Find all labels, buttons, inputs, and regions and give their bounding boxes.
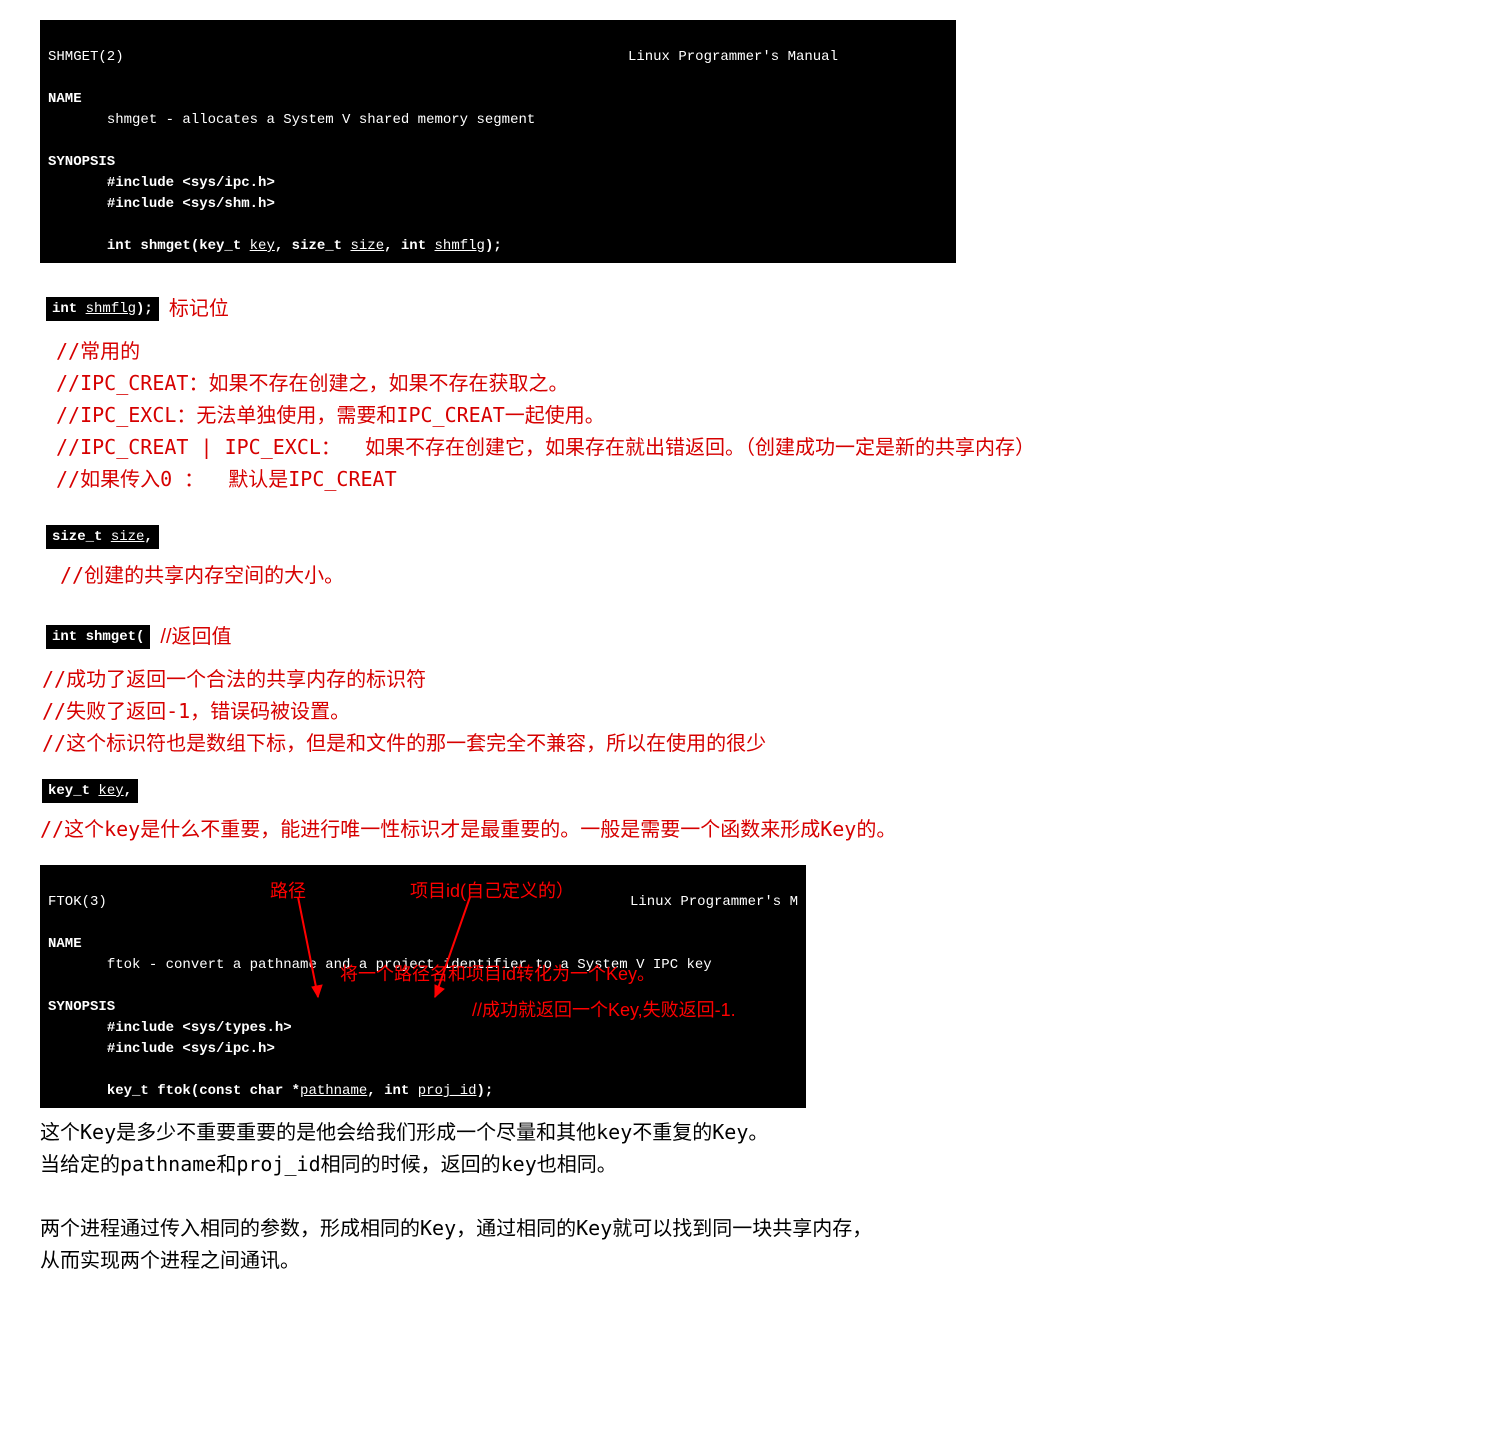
snippet-shmflg: int shmflg);: [46, 297, 159, 321]
ftok-wrapper: FTOK(3) Linux Programmer's M NAME ftok - …: [40, 865, 800, 1108]
man2-syn-hdr: SYNOPSIS: [48, 999, 115, 1015]
man1-name-line: shmget - allocates a System V shared mem…: [107, 112, 535, 128]
man2-inc2: #include <sys/ipc.h>: [107, 1041, 275, 1057]
man1-right: Linux Programmer's Manual: [628, 47, 948, 68]
block-size: //创建的共享内存空间的大小。: [60, 559, 1459, 591]
man2-sig-path: pathname: [300, 1083, 367, 1099]
snip1-u: shmflg: [86, 301, 136, 317]
man2-right: Linux Programmer's M: [630, 892, 798, 913]
man1-sig-key: key: [250, 238, 275, 254]
block-shmflg: //常用的 //IPC_CREAT：如果不存在创建之，如果不存在获取之。 //I…: [56, 335, 1459, 495]
snip4-end: ,: [124, 783, 132, 799]
snip1-pre: int: [52, 301, 86, 317]
snippet-size: size_t size,: [46, 525, 159, 549]
man1-sig-end: );: [485, 238, 502, 254]
man1-name-hdr: NAME: [48, 91, 82, 107]
man1-inc1: #include <sys/ipc.h>: [107, 175, 275, 191]
man2-sig-proj: proj_id: [418, 1083, 477, 1099]
man2-sig-mid: , int: [367, 1083, 417, 1099]
label-return: //返回值: [160, 621, 231, 653]
block-return: //成功了返回一个合法的共享内存的标识符 //失败了返回-1，错误码被设置。 /…: [42, 663, 1459, 759]
snip2-u: size: [111, 529, 145, 545]
man2-name-hdr: NAME: [48, 936, 82, 952]
man1-sig-mid2: , int: [384, 238, 434, 254]
label-flag: 标记位: [169, 293, 229, 325]
man2-sig-end: );: [477, 1083, 494, 1099]
snip2-end: ,: [144, 529, 152, 545]
snip4-pre: key_t: [48, 783, 98, 799]
snip4-u: key: [98, 783, 123, 799]
man1-sig-size: size: [350, 238, 384, 254]
man1-sig-pre: int shmget(key_t: [107, 238, 250, 254]
man1-sig-flg: shmflg: [435, 238, 485, 254]
final-explanation: 这个Key是多少不重要重要的是他会给我们形成一个尽量和其他key不重复的Key。…: [40, 1116, 1459, 1276]
block-key: //这个key是什么不重要，能进行唯一性标识才是最重要的。一般是需要一个函数来形…: [40, 813, 1459, 845]
snip1-end: );: [136, 301, 153, 317]
man2-sig-pre: key_t ftok(const char *: [107, 1083, 300, 1099]
man2-name-line: ftok - convert a pathname and a project …: [107, 957, 712, 973]
manpage-ftok: FTOK(3) Linux Programmer's M NAME ftok - …: [40, 865, 806, 1108]
snippet-return: int shmget(: [46, 625, 150, 649]
snip2-pre: size_t: [52, 529, 111, 545]
manpage-shmget: SHMGET(2)Linux Programmer's Manual NAME …: [40, 20, 956, 263]
snippet-key: key_t key,: [42, 779, 138, 803]
man2-inc1: #include <sys/types.h>: [107, 1020, 292, 1036]
man1-left: SHMGET(2): [48, 47, 124, 68]
man1-inc2: #include <sys/shm.h>: [107, 196, 275, 212]
man1-syn-hdr: SYNOPSIS: [48, 154, 115, 170]
man2-left: FTOK(3): [48, 892, 107, 913]
man1-sig-mid1: , size_t: [275, 238, 351, 254]
